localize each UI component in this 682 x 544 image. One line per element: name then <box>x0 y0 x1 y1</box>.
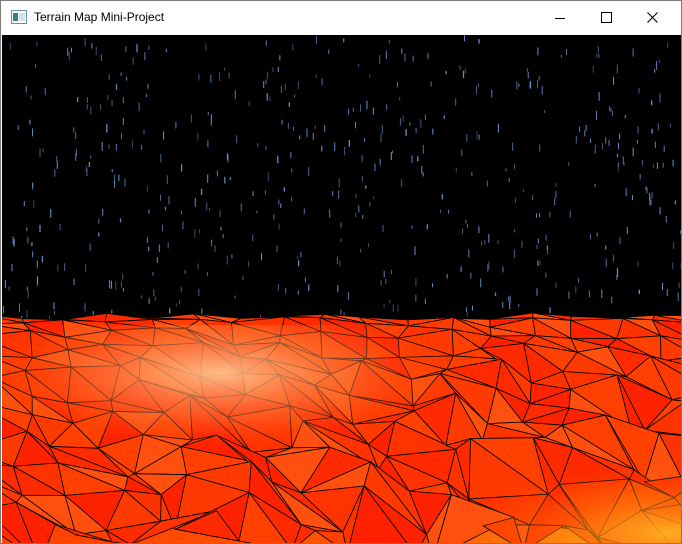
terrain-scene <box>2 35 681 543</box>
title-bar[interactable]: Terrain Map Mini-Project <box>1 1 681 34</box>
maximize-icon <box>600 12 612 23</box>
close-icon <box>646 12 658 23</box>
minimize-button[interactable] <box>537 1 583 34</box>
minimize-icon <box>555 13 565 23</box>
render-viewport[interactable] <box>2 35 681 543</box>
terrain-mesh <box>2 312 681 543</box>
terrain-light-glow <box>2 325 681 543</box>
app-window: Terrain Map Mini-Project <box>0 0 682 544</box>
maximize-button[interactable] <box>583 1 629 34</box>
window-app-icon <box>11 10 27 24</box>
close-button[interactable] <box>629 1 675 34</box>
window-title: Terrain Map Mini-Project <box>34 10 165 24</box>
